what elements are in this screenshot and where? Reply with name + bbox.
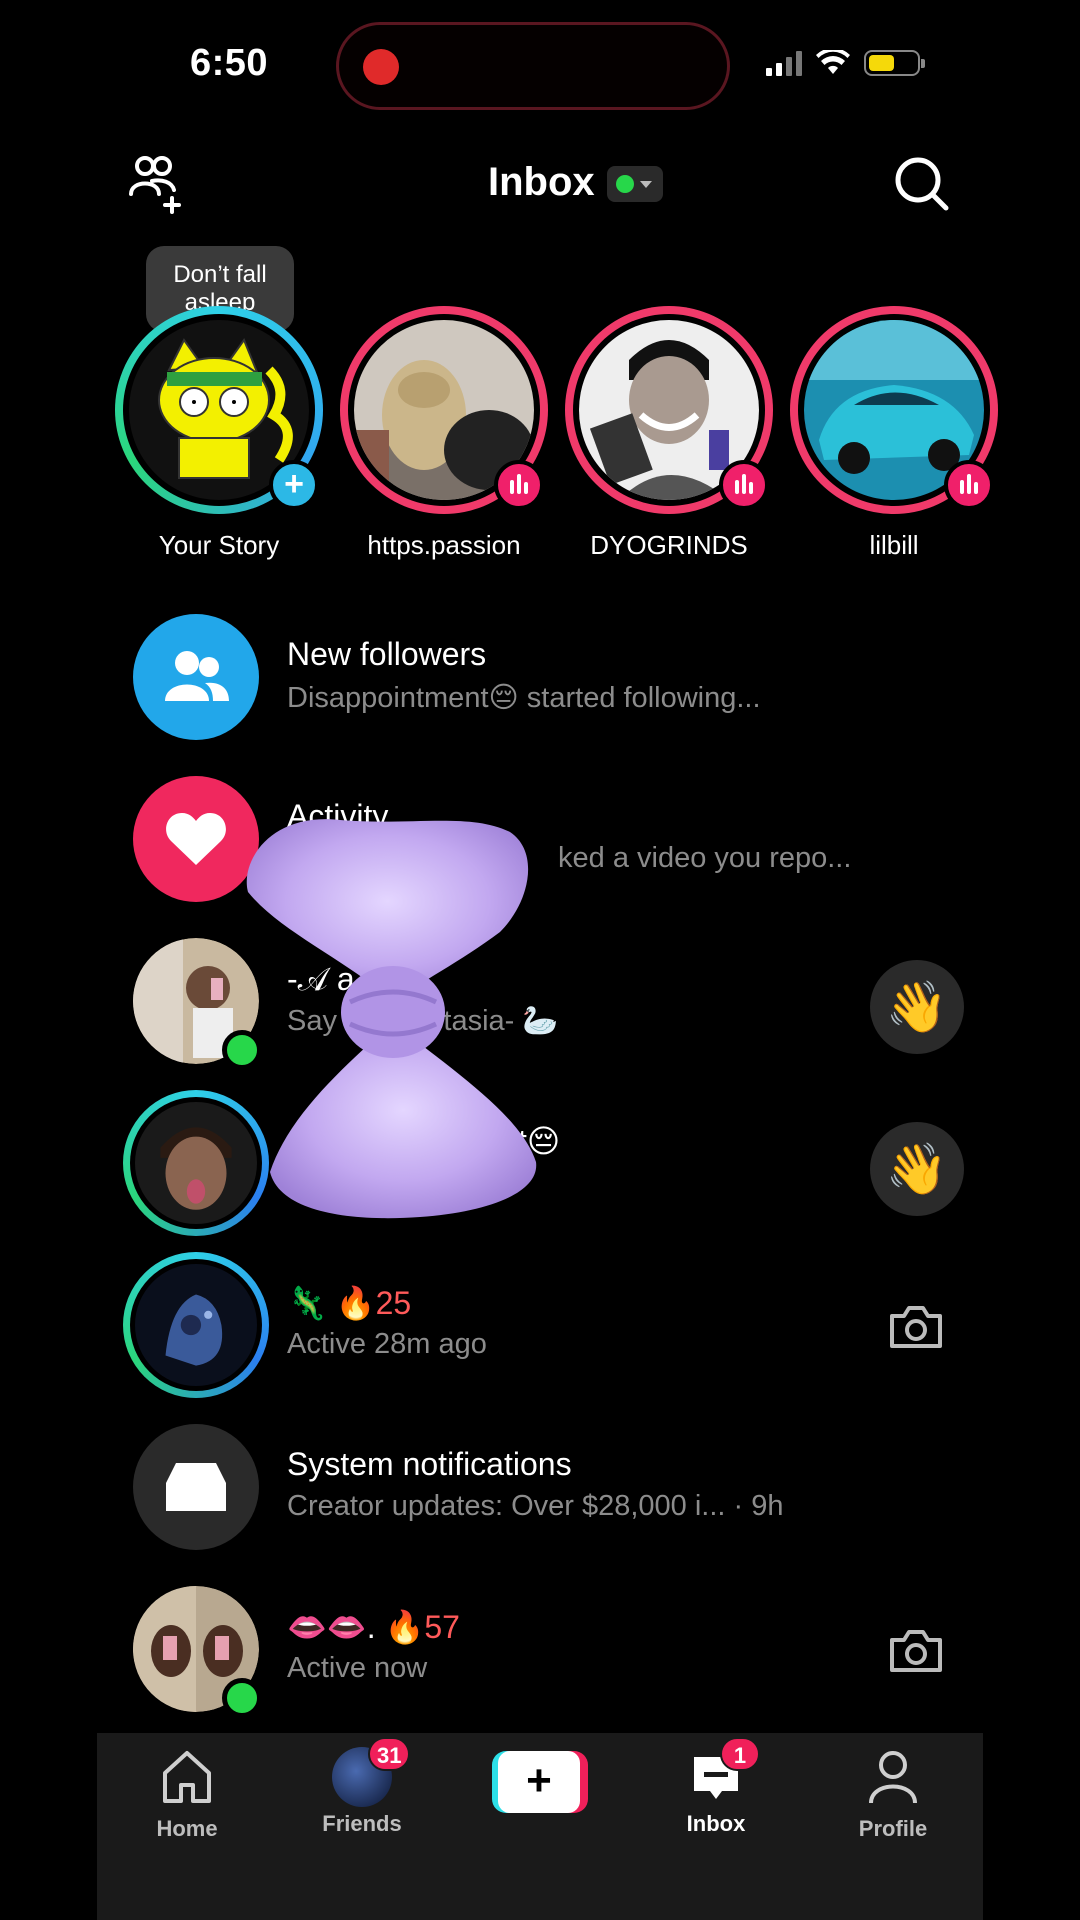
search-icon[interactable]	[892, 154, 952, 214]
camera-icon[interactable]	[888, 1298, 944, 1354]
nav-home[interactable]: Home	[117, 1747, 257, 1842]
story-label: https.passion	[367, 530, 521, 560]
row-subtitle: Active 28m ago	[287, 1328, 487, 1360]
nav-inbox[interactable]: 1 Inbox	[646, 1737, 786, 1837]
add-story-icon[interactable]: +	[269, 460, 319, 510]
inbox-header: Inbox	[0, 140, 1080, 230]
avatar	[135, 1264, 257, 1386]
friends-avatar-icon: 31	[332, 1737, 411, 1807]
story-ring: +	[115, 306, 323, 514]
nav-label: Inbox	[686, 1811, 746, 1836]
wave-button[interactable]: 👋	[870, 1122, 964, 1216]
notification-badge: 1	[720, 1737, 760, 1771]
story-lilbill[interactable]: lilbill	[789, 306, 999, 561]
story-label: DYOGRINDS	[590, 530, 748, 560]
page-title: Inbox	[488, 160, 595, 204]
add-friend-icon[interactable]	[128, 154, 188, 214]
story-label: lilbill	[869, 530, 919, 560]
story-your-story[interactable]: + Your Story	[114, 306, 324, 561]
inbox-icon: 1	[686, 1737, 760, 1807]
recording-indicator	[363, 49, 399, 85]
status-bar: 6:50	[0, 0, 1080, 130]
chat-row[interactable]: 👄👄. 🔥57 Active now	[0, 1572, 1080, 1722]
chat-row[interactable]: 🦎 🔥25 Active 28m ago	[0, 1248, 1080, 1398]
streak-count: 🔥25	[335, 1285, 412, 1321]
row-subtitle: Creator updates: Over $28,000 i... · 9h	[287, 1490, 784, 1522]
dynamic-island	[336, 22, 730, 110]
live-audio-icon	[494, 460, 544, 510]
row-title: 🦎 🔥25	[287, 1285, 412, 1321]
stories-row: Don’t fall asleep + Your Story https.pas…	[0, 240, 1080, 570]
online-status-dot	[616, 175, 634, 193]
notification-badge: 31	[368, 1737, 411, 1771]
create-button[interactable]: +	[492, 1751, 588, 1813]
system-notifications-row[interactable]: System notifications Creator updates: Ov…	[0, 1410, 1080, 1560]
battery-icon	[864, 50, 925, 76]
story-ring	[565, 306, 773, 514]
wave-button[interactable]: 👋	[870, 960, 964, 1054]
live-audio-icon	[719, 460, 769, 510]
plus-icon: +	[498, 1751, 580, 1813]
row-title: New followers	[287, 636, 487, 672]
nav-friends[interactable]: 31 Friends	[292, 1737, 432, 1837]
status-time: 6:50	[190, 42, 269, 84]
cellular-signal-icon	[766, 50, 802, 76]
status-icons	[766, 50, 925, 76]
nav-label: Profile	[858, 1816, 928, 1841]
followers-icon	[133, 614, 259, 740]
camera-icon[interactable]	[888, 1622, 944, 1678]
nav-label: Friends	[322, 1811, 402, 1836]
avatar	[135, 1102, 257, 1224]
story-ring	[790, 306, 998, 514]
story-label: Your Story	[158, 530, 280, 560]
online-status-toggle[interactable]	[607, 166, 663, 202]
story-dyogrinds[interactable]: DYOGRINDS	[564, 306, 774, 561]
bottom-navigation: Home 31 Friends + 1 Inbox Profile	[97, 1733, 983, 1920]
nav-label: Home	[156, 1816, 218, 1841]
story-ring	[340, 306, 548, 514]
chevron-down-icon	[640, 180, 652, 188]
new-followers-row[interactable]: New followers Disappointment😔 started fo…	[0, 600, 1080, 750]
row-subtitle: ked a video you repo...	[558, 842, 852, 874]
row-subtitle: Active now	[287, 1652, 428, 1684]
live-audio-icon	[944, 460, 994, 510]
row-title: System notifications	[287, 1446, 572, 1482]
wifi-icon	[816, 50, 850, 74]
nav-profile[interactable]: Profile	[823, 1747, 963, 1842]
home-icon	[163, 1751, 211, 1803]
story-https-passion[interactable]: https.passion	[339, 306, 549, 561]
inbox-tray-icon	[133, 1424, 259, 1550]
streak-count: 🔥57	[384, 1609, 460, 1645]
row-title: 👄👄. 🔥57	[287, 1609, 460, 1645]
story-ring	[123, 1252, 269, 1398]
online-status-dot	[222, 1678, 262, 1718]
profile-icon	[869, 1751, 917, 1804]
row-subtitle: Disappointment😔 started following...	[287, 682, 761, 714]
bow-sticker	[246, 819, 537, 1219]
